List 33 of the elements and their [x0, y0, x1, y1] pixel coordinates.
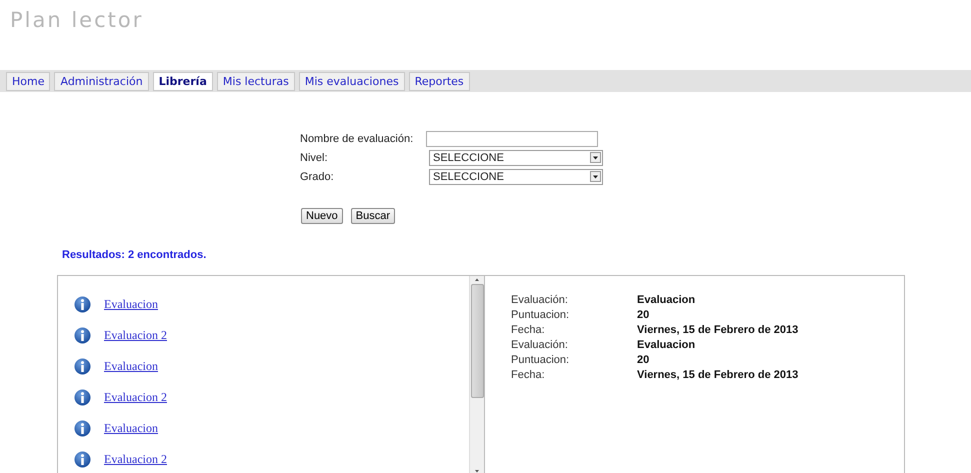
nav-tab[interactable]: Mis lecturas: [216, 72, 295, 90]
result-link[interactable]: Evaluacion 2: [104, 390, 167, 404]
field-label: Nivel:: [300, 152, 329, 164]
result-link[interactable]: Evaluacion: [104, 358, 158, 374]
detail-label: Evaluación:: [511, 294, 569, 307]
detail-value: 20: [637, 354, 650, 367]
dropdown[interactable]: SELECCIONE: [429, 168, 603, 184]
detail-value: Evaluacion: [637, 339, 696, 352]
nav-tab[interactable]: Reportes: [408, 72, 470, 90]
detail-value: Viernes, 15 de Febrero de 2013: [637, 324, 800, 337]
detail-label: Fecha:: [511, 324, 546, 337]
nav-tab[interactable]: Home: [6, 72, 50, 90]
field-label: Nombre de evaluación:: [300, 132, 414, 144]
site-title: Plan lector: [9, 7, 144, 34]
detail-value: 20: [637, 309, 650, 322]
dropdown[interactable]: SELECCIONE: [429, 150, 603, 166]
detail-label: Puntuacion:: [511, 309, 570, 322]
detail-label: Fecha:: [511, 369, 546, 382]
detail-value: Viernes, 15 de Febrero de 2013: [637, 369, 800, 382]
form-button[interactable]: Nuevo: [301, 208, 343, 224]
nav-tab[interactable]: Administración: [54, 72, 149, 90]
result-link[interactable]: Evaluacion 2: [104, 328, 167, 342]
nav-tab[interactable]: Librería: [152, 72, 213, 90]
result-link[interactable]: Evaluacion 2: [104, 452, 167, 466]
form-button[interactable]: Buscar: [350, 208, 396, 224]
results-summary: Resultados: 2 encontrados.: [62, 249, 208, 261]
detail-label: Evaluación:: [511, 339, 569, 352]
result-link[interactable]: Evaluacion: [104, 420, 158, 436]
result-link[interactable]: Evaluacion: [104, 296, 158, 312]
field-label: Grado:: [300, 170, 335, 182]
detail-label: Puntuacion:: [511, 354, 570, 367]
nav-tab[interactable]: Mis evaluaciones: [298, 72, 405, 90]
detail-value: Evaluacion: [637, 294, 696, 307]
